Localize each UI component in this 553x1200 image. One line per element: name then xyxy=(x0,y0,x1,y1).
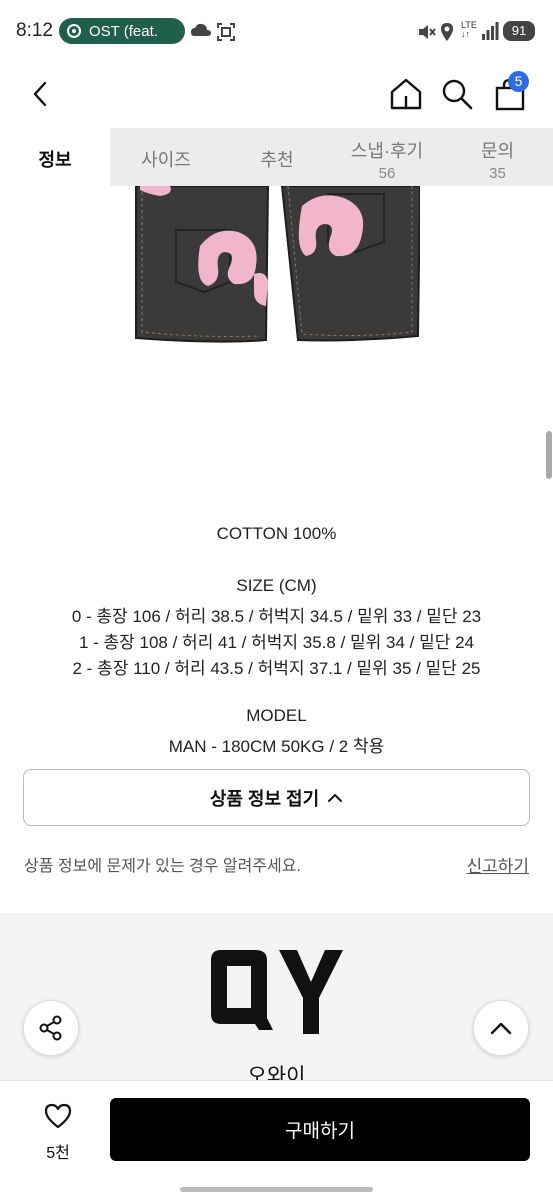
tab-snap-review[interactable]: 스냅·후기 56 xyxy=(332,128,442,186)
media-notification-pill[interactable]: OST (feat. xyxy=(59,18,185,44)
app-header xyxy=(0,62,553,128)
mute-icon xyxy=(419,25,436,39)
like-button[interactable]: 5천 xyxy=(28,1102,88,1163)
scrollbar-thumb[interactable] xyxy=(546,431,552,479)
share-button[interactable] xyxy=(23,1000,79,1056)
size-title: SIZE (CM) xyxy=(236,576,317,595)
collapse-info-button[interactable]: 상품 정보 접기 xyxy=(23,769,530,826)
size-row-2: 2 - 총장 110 / 허리 43.5 / 허벅지 37.1 / 밑위 35 … xyxy=(72,659,481,678)
tab-inquiry[interactable]: 문의 35 xyxy=(442,128,553,186)
material-text: COTTON 100% xyxy=(216,524,337,543)
disc-icon xyxy=(67,24,81,38)
home-indicator[interactable] xyxy=(180,1187,373,1192)
signal-icon xyxy=(482,22,499,40)
search-button[interactable] xyxy=(437,74,477,114)
location-icon xyxy=(441,23,453,41)
cart-count-badge: 5 xyxy=(508,71,529,92)
report-link[interactable]: 신고하기 xyxy=(466,852,529,877)
like-count: 5천 xyxy=(46,1145,70,1162)
tab-recommend[interactable]: 추천 xyxy=(222,128,332,186)
media-title: OST (feat. xyxy=(89,22,158,40)
buy-label: 구매하기 xyxy=(285,1121,355,1142)
share-icon xyxy=(39,1015,62,1041)
network-type: LTE ↓↑ xyxy=(461,20,477,39)
screenshot-icon xyxy=(217,23,235,41)
home-button[interactable] xyxy=(386,74,426,114)
size-row-1: 1 - 총장 108 / 허리 41 / 허벅지 35.8 / 밑위 34 / … xyxy=(78,633,475,652)
tab-size[interactable]: 사이즈 xyxy=(110,128,222,186)
product-tabs: 정보 사이즈 추천 스냅·후기 56 문의 35 xyxy=(0,128,553,186)
brand-logo[interactable] xyxy=(205,948,347,1038)
chevron-up-icon xyxy=(328,793,343,802)
scroll-top-button[interactable] xyxy=(473,1000,529,1056)
report-notice: 상품 정보에 문제가 있는 경우 알려주세요. xyxy=(24,858,301,875)
search-icon xyxy=(442,79,473,110)
battery-level: 91 xyxy=(503,21,535,41)
product-image xyxy=(135,186,420,343)
model-title: MODEL xyxy=(246,706,307,725)
buy-button[interactable]: 구매하기 xyxy=(110,1098,530,1161)
size-row-0: 0 - 총장 106 / 허리 38.5 / 허벅지 34.5 / 밑위 33 … xyxy=(71,607,482,626)
back-button[interactable] xyxy=(20,74,60,114)
chevron-left-icon xyxy=(33,81,47,107)
collapse-info-label: 상품 정보 접기 xyxy=(209,788,320,809)
heart-icon xyxy=(44,1103,72,1129)
tab-info[interactable]: 정보 xyxy=(0,128,110,186)
model-info: MAN - 180CM 50KG / 2 착용 xyxy=(168,737,385,756)
home-icon xyxy=(390,78,422,110)
status-time: 8:12 xyxy=(16,20,53,41)
status-bar: 8:12 OST (feat. LTE ↓↑ 91 xyxy=(0,0,553,62)
cloud-icon xyxy=(191,23,211,36)
chevron-up-icon xyxy=(490,1022,512,1035)
